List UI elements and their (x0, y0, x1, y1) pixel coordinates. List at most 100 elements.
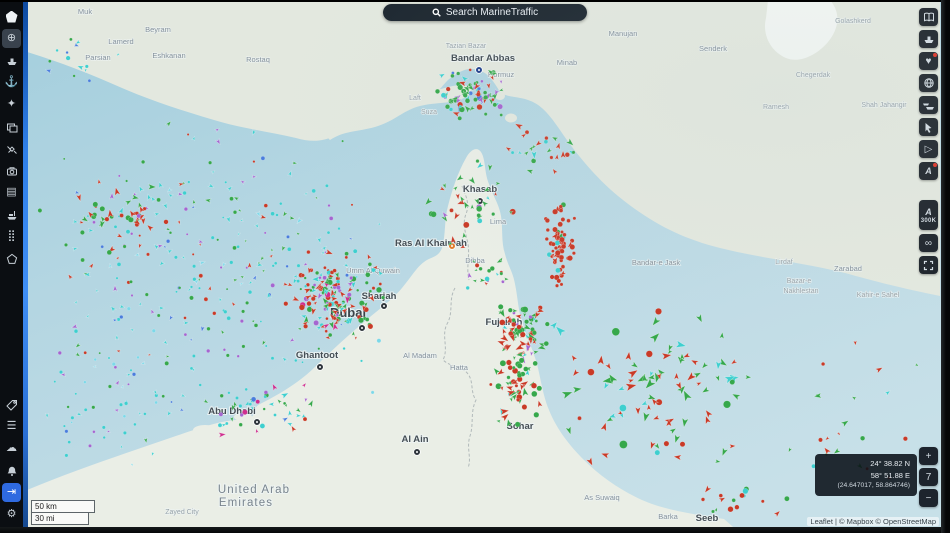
vessel-marker[interactable] (223, 309, 228, 314)
vessel-marker[interactable] (577, 416, 582, 421)
vessel-marker[interactable] (168, 231, 172, 235)
vessel-marker[interactable] (163, 219, 169, 225)
vessel-marker[interactable] (476, 213, 481, 218)
vessel-marker[interactable] (303, 276, 307, 280)
vessel-marker[interactable] (37, 208, 43, 213)
density-maps-button[interactable]: A 300K (919, 200, 938, 230)
vessel-marker[interactable] (189, 285, 193, 289)
vessel-marker[interactable] (313, 320, 319, 326)
vessel-marker[interactable] (514, 383, 519, 388)
vessel-marker[interactable] (127, 382, 130, 386)
vessel-marker[interactable] (53, 380, 57, 383)
vessel-marker[interactable] (552, 208, 558, 215)
vessel-marker[interactable] (492, 102, 498, 108)
vessel-marker[interactable] (106, 249, 112, 256)
nav-tags-icon[interactable] (2, 395, 21, 414)
vessel-marker[interactable] (516, 362, 523, 369)
vessel-marker[interactable] (225, 421, 229, 426)
vessel-marker[interactable] (556, 278, 562, 284)
vessel-marker[interactable] (208, 160, 213, 165)
vessel-marker[interactable] (260, 156, 266, 161)
vessel-marker[interactable] (516, 397, 521, 402)
vessel-marker[interactable] (125, 229, 131, 234)
vessel-marker[interactable] (241, 309, 246, 314)
vessel-marker[interactable] (495, 383, 502, 390)
vessel-marker[interactable] (457, 116, 463, 121)
vessel-marker[interactable] (821, 362, 826, 367)
vessel-marker[interactable] (505, 359, 512, 366)
vessel-marker[interactable] (116, 262, 122, 267)
vessel-marker[interactable] (72, 74, 76, 78)
vessel-marker[interactable] (198, 273, 204, 278)
vessel-marker[interactable] (554, 249, 561, 256)
vessel-marker[interactable] (510, 150, 515, 155)
nav-ports-anchor-icon[interactable]: ⚓ (2, 73, 21, 92)
vessel-marker[interactable] (270, 356, 275, 361)
vessel-marker[interactable] (554, 245, 559, 250)
vessel-marker[interactable] (189, 366, 194, 371)
map-viewport[interactable]: Muk Beyram Lamerd Parsian Eshkanan Rostaq Manu… (28, 2, 941, 527)
vessel-marker[interactable] (497, 303, 504, 310)
vessel-marker[interactable] (69, 37, 73, 42)
vessel-marker[interactable] (564, 152, 570, 158)
vessel-marker[interactable] (210, 235, 215, 240)
vessel-marker[interactable] (491, 212, 496, 217)
vessel-marker[interactable] (549, 274, 555, 280)
vessel-marker[interactable] (365, 272, 371, 278)
vessel-marker[interactable] (86, 214, 90, 218)
vessel-marker[interactable] (133, 422, 137, 426)
vessel-marker[interactable] (151, 328, 156, 333)
nav-shield-icon[interactable] (2, 249, 21, 268)
vessel-marker[interactable] (279, 202, 283, 206)
vessel-marker[interactable] (245, 300, 250, 305)
vessel-marker[interactable] (562, 232, 567, 237)
vessel-marker[interactable] (271, 264, 275, 268)
vessel-marker[interactable] (551, 249, 555, 253)
vessel-marker[interactable] (136, 355, 140, 359)
vessel-marker[interactable] (531, 382, 538, 389)
vessel-marker[interactable] (296, 279, 300, 283)
vessel-marker[interactable] (65, 55, 71, 61)
vessel-marker[interactable] (567, 255, 573, 262)
vessel-marker[interactable] (275, 213, 279, 217)
vessel-marker[interactable] (532, 360, 538, 367)
vessel-marker[interactable] (259, 423, 266, 429)
vessel-marker[interactable] (65, 51, 69, 55)
vessel-marker[interactable] (462, 92, 468, 98)
vessel-marker[interactable] (315, 270, 320, 275)
vessel-marker[interactable] (122, 244, 127, 249)
vessel-marker[interactable] (645, 350, 653, 358)
vessel-marker[interactable] (93, 357, 97, 362)
vessel-marker[interactable] (166, 239, 171, 244)
vessel-marker[interactable] (497, 103, 503, 110)
vessel-marker[interactable] (189, 295, 194, 301)
vessel-marker[interactable] (558, 204, 563, 209)
nav-port-calls-icon[interactable] (2, 205, 21, 224)
vessel-marker[interactable] (299, 287, 303, 291)
vessel-marker[interactable] (450, 73, 455, 78)
vessel-marker[interactable] (478, 266, 483, 271)
vessel-marker[interactable] (229, 260, 234, 265)
vessel-marker[interactable] (218, 411, 224, 417)
vessel-marker[interactable] (236, 245, 240, 249)
vessel-marker[interactable] (64, 453, 69, 458)
vessel-marker[interactable] (263, 390, 268, 395)
vessel-marker[interactable] (475, 92, 481, 97)
vessel-marker[interactable] (718, 493, 723, 498)
vessel-marker[interactable] (903, 436, 908, 442)
vessel-marker[interactable] (175, 290, 178, 294)
vessel-marker[interactable] (533, 411, 540, 418)
nav-login-icon[interactable]: ⇥ (2, 483, 21, 502)
vessel-marker[interactable] (83, 407, 88, 412)
vessel-marker[interactable] (309, 288, 313, 292)
vessel-marker[interactable] (198, 383, 202, 387)
vessel-marker[interactable] (83, 380, 87, 384)
vessel-marker[interactable] (270, 283, 276, 288)
vessel-marker[interactable] (212, 311, 217, 316)
vessel-marker[interactable] (356, 288, 360, 292)
vessel-marker[interactable] (342, 347, 346, 351)
vessel-marker[interactable] (318, 276, 322, 280)
vessel-marker[interactable] (178, 286, 182, 290)
vessel-marker[interactable] (558, 254, 565, 261)
vessel-marker[interactable] (506, 375, 511, 380)
